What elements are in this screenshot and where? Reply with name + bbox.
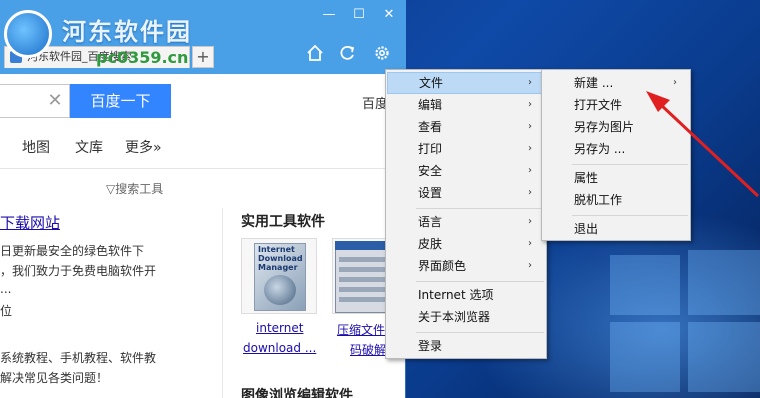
annotation-arrow-icon — [646, 91, 760, 198]
